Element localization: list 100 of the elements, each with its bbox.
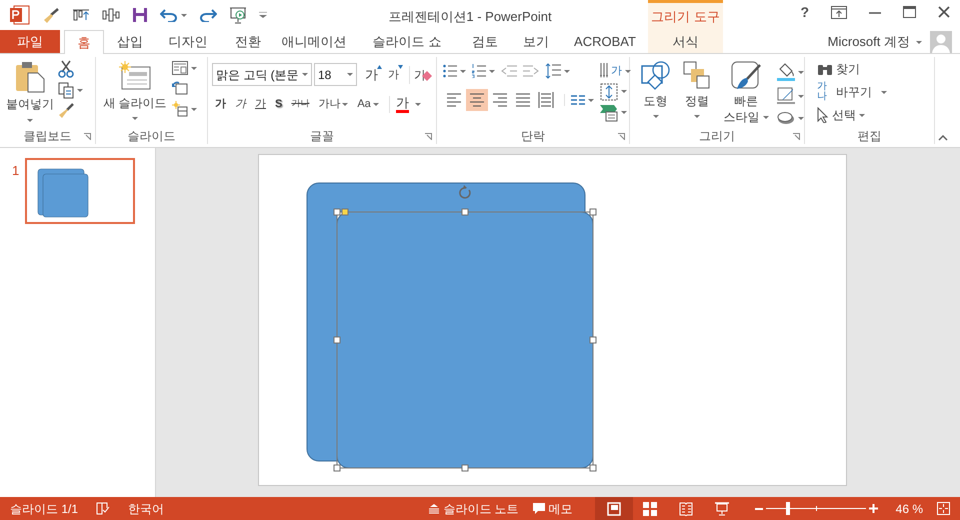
caret-icon <box>302 73 308 76</box>
font-style-button[interactable]: 가나 <box>315 94 352 114</box>
find-button[interactable]: 찾기 <box>815 59 934 79</box>
smartart-icon <box>600 104 618 122</box>
shape-outline-button[interactable] <box>777 87 804 105</box>
font-style-button[interactable]: 가 <box>252 94 269 114</box>
align-top-icon[interactable] <box>72 8 90 22</box>
ribbon-tab[interactable]: ACROBAT <box>564 30 646 53</box>
presentation-icon[interactable] <box>229 6 247 24</box>
bullets-button[interactable] <box>443 64 466 78</box>
numbering-button[interactable] <box>472 64 495 78</box>
caret-icon <box>798 94 804 98</box>
ribbon-tab[interactable]: 파일 <box>0 30 60 53</box>
cut-icon[interactable] <box>58 60 74 78</box>
quick-styles-button[interactable]: 빠른 스타일 <box>719 61 773 128</box>
caret-icon <box>347 73 353 76</box>
quick-styles-icon <box>731 61 761 91</box>
new-slide-button[interactable]: 새 슬라이드 <box>102 57 168 128</box>
font-style-button[interactable]: 가 <box>212 94 229 114</box>
group-label: 슬라이드 <box>128 128 176 145</box>
ribbon-display-icon[interactable] <box>831 6 847 18</box>
zoom-level[interactable]: 46 % <box>896 500 923 518</box>
ribbon-tab[interactable]: 디자인 <box>156 30 220 53</box>
shrink-font-button[interactable]: 가 <box>384 65 403 84</box>
account-name[interactable]: Microsoft 계정 <box>828 32 910 52</box>
font-style-button[interactable]: S <box>272 94 286 114</box>
dialog-launcher-icon[interactable] <box>793 133 800 140</box>
ribbon-tab[interactable]: 삽입 <box>104 30 156 53</box>
paste-button[interactable]: 붙여넣기 <box>4 57 56 128</box>
notes-button[interactable]: 슬라이드 노트 <box>423 500 525 518</box>
font-style-button[interactable]: 가 <box>232 94 249 114</box>
collapse-ribbon-icon[interactable] <box>938 135 948 141</box>
dialog-launcher-icon[interactable] <box>84 133 91 140</box>
customize-caret-icon[interactable] <box>259 12 267 18</box>
zoom-slider[interactable] <box>766 502 866 515</box>
slide-counter: 슬라이드 1/1 <box>10 500 78 518</box>
zoom-slider-thumb[interactable] <box>786 502 790 515</box>
undo-icon[interactable] <box>160 8 178 22</box>
language-indicator[interactable]: 한국어 <box>128 500 164 518</box>
fit-to-window-icon[interactable] <box>937 502 950 515</box>
font-color-button[interactable]: 가 <box>388 96 421 112</box>
pen-outline-icon <box>777 87 795 105</box>
close-icon[interactable] <box>938 6 950 18</box>
columns-button[interactable] <box>564 94 594 106</box>
font-name-field[interactable]: 맑은 고딕 (본문 <box>212 63 312 86</box>
dialog-launcher-icon[interactable] <box>425 133 432 140</box>
adjustment-handle[interactable] <box>341 208 348 216</box>
shape-effects-button[interactable] <box>777 111 804 125</box>
eraser-icon <box>422 70 432 80</box>
shapes-button[interactable]: 도형 <box>636 61 676 128</box>
align-center-icon <box>469 91 485 109</box>
ribbon-tab[interactable]: 슬라이드 쇼 <box>352 30 462 53</box>
app-logo-icon[interactable] <box>10 5 30 25</box>
ribbon-tab[interactable]: 검토 <box>462 30 508 53</box>
reading-view-icon <box>678 502 693 516</box>
caret-icon <box>588 98 594 102</box>
rotate-handle-icon[interactable] <box>458 185 470 199</box>
font-size-field[interactable]: 18 <box>314 63 357 86</box>
comments-button[interactable]: 메모 <box>524 500 581 518</box>
brush-icon[interactable] <box>58 103 74 119</box>
help-button[interactable]: ? <box>800 5 809 19</box>
shape-fill-button[interactable] <box>777 63 804 81</box>
align-left-icon <box>446 91 462 109</box>
sorter-view-icon <box>642 502 657 516</box>
caret-icon <box>77 89 83 92</box>
text-direction-button[interactable]: 가 <box>600 63 631 80</box>
redo-icon[interactable] <box>199 8 217 22</box>
font-style-button[interactable]: Aa <box>354 94 382 114</box>
line-spacing-icon <box>545 63 561 79</box>
slide-thumbnail[interactable] <box>25 158 136 224</box>
select-button[interactable]: 선택 <box>815 105 934 125</box>
normal-view-icon <box>606 502 621 516</box>
reset-icon[interactable] <box>172 81 188 95</box>
distribute-icon[interactable] <box>102 8 120 22</box>
ribbon-tab[interactable]: 서식 <box>648 30 723 53</box>
proofing-icon[interactable] <box>96 502 110 515</box>
layout-button[interactable] <box>172 61 197 75</box>
ribbon-tab[interactable]: 보기 <box>508 30 564 53</box>
grow-font-button[interactable]: 가 <box>361 64 382 84</box>
maximize-icon[interactable] <box>903 6 916 18</box>
line-spacing-button[interactable] <box>545 63 570 79</box>
notes-icon <box>429 504 440 514</box>
ribbon-tab[interactable]: 홈 <box>64 30 104 54</box>
caret-icon <box>342 102 348 106</box>
view-normal-button[interactable] <box>594 497 633 520</box>
font-style-button[interactable]: 가나 <box>288 94 312 114</box>
dialog-launcher-icon[interactable] <box>618 133 625 140</box>
brush-icon[interactable] <box>42 7 60 23</box>
comment-icon <box>532 502 545 514</box>
align-center-button[interactable] <box>466 89 488 111</box>
ribbon-tab[interactable]: 전환 <box>220 30 276 53</box>
ribbon-tab[interactable]: 애니메이션 <box>276 30 352 53</box>
caret-icon <box>916 40 922 44</box>
copy-button[interactable] <box>58 82 83 99</box>
caret-icon <box>460 70 466 72</box>
slideshow-view-icon <box>714 502 729 516</box>
arrange-button[interactable]: 정렬 <box>679 61 715 128</box>
zoom-in-icon[interactable] <box>868 504 878 513</box>
section-button[interactable] <box>172 101 197 117</box>
align-justify-icon <box>515 91 531 109</box>
